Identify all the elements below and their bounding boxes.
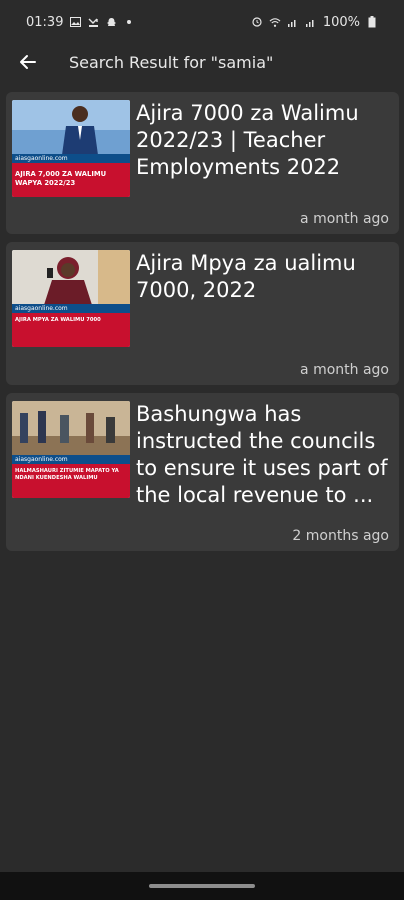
thumbnail-banner: aiasgaonline.com AJIRA MPYA ZA WALIMU 70… xyxy=(12,304,130,347)
result-title: Ajira 7000 za Walimu 2022/23 | Teacher E… xyxy=(136,101,359,179)
status-left: 01:39 xyxy=(26,15,135,30)
thumbnail-banner: aiasgaonline.com AJIRA 7,000 ZA WALIMU W… xyxy=(12,154,130,197)
thumbnail-brand: aiasgaonline.com xyxy=(12,304,130,314)
image-icon xyxy=(69,16,81,28)
thumbnail-banner: aiasgaonline.com HALMASHAURI ZITUMIE MAP… xyxy=(12,455,130,498)
signal-icon-2 xyxy=(305,16,317,28)
result-card[interactable]: aiasgaonline.com AJIRA 7,000 ZA WALIMU W… xyxy=(6,92,399,234)
result-thumbnail: aiasgaonline.com AJIRA 7,000 ZA WALIMU W… xyxy=(12,100,130,197)
battery-percent: 100% xyxy=(322,14,360,30)
result-card[interactable]: aiasgaonline.com HALMASHAURI ZITUMIE MAP… xyxy=(6,393,399,551)
thumbnail-caption: AJIRA MPYA ZA WALIMU 7000 xyxy=(15,317,101,324)
home-indicator[interactable] xyxy=(149,884,255,888)
result-time: a month ago xyxy=(300,211,389,227)
thumbnail-brand: aiasgaonline.com xyxy=(12,455,130,465)
status-right: 100% xyxy=(251,15,378,30)
result-thumbnail: aiasgaonline.com AJIRA MPYA ZA WALIMU 70… xyxy=(12,250,130,347)
thumbnail-photo xyxy=(12,401,130,456)
battery-icon xyxy=(366,16,378,28)
signal-icon xyxy=(287,16,299,28)
wifi-icon xyxy=(269,16,281,28)
search-results-list: aiasgaonline.com AJIRA 7,000 ZA WALIMU W… xyxy=(6,92,400,559)
status-bar: 01:39 100% xyxy=(0,0,404,44)
missed-call-icon xyxy=(87,16,99,28)
result-thumbnail: aiasgaonline.com HALMASHAURI ZITUMIE MAP… xyxy=(12,401,130,498)
dot-icon xyxy=(123,16,135,28)
result-time: a month ago xyxy=(300,362,389,378)
page-title: Search Result for "samia" xyxy=(69,52,274,72)
thumbnail-photo xyxy=(12,250,130,305)
status-time: 01:39 xyxy=(26,14,64,30)
result-title: Ajira Mpya za ualimu 7000, 2022 xyxy=(136,251,356,302)
snapchat-icon xyxy=(105,16,117,28)
app-bar: Search Result for "samia" xyxy=(0,44,404,80)
result-title: Bashungwa has instructed the councils to… xyxy=(136,402,388,507)
system-nav-bar xyxy=(0,872,404,900)
back-button[interactable] xyxy=(0,44,56,80)
thumbnail-caption: HALMASHAURI ZITUMIE MAPATO YA NDANI KUEN… xyxy=(15,468,119,481)
thumbnail-photo xyxy=(12,100,130,155)
alarm-icon xyxy=(251,16,263,28)
result-card[interactable]: aiasgaonline.com AJIRA MPYA ZA WALIMU 70… xyxy=(6,242,399,385)
thumbnail-brand: aiasgaonline.com xyxy=(12,154,130,164)
thumbnail-caption: AJIRA 7,000 ZA WALIMU WAPYA 2022/23 xyxy=(15,170,107,187)
result-time: 2 months ago xyxy=(292,528,389,544)
arrow-left-icon xyxy=(20,55,36,69)
